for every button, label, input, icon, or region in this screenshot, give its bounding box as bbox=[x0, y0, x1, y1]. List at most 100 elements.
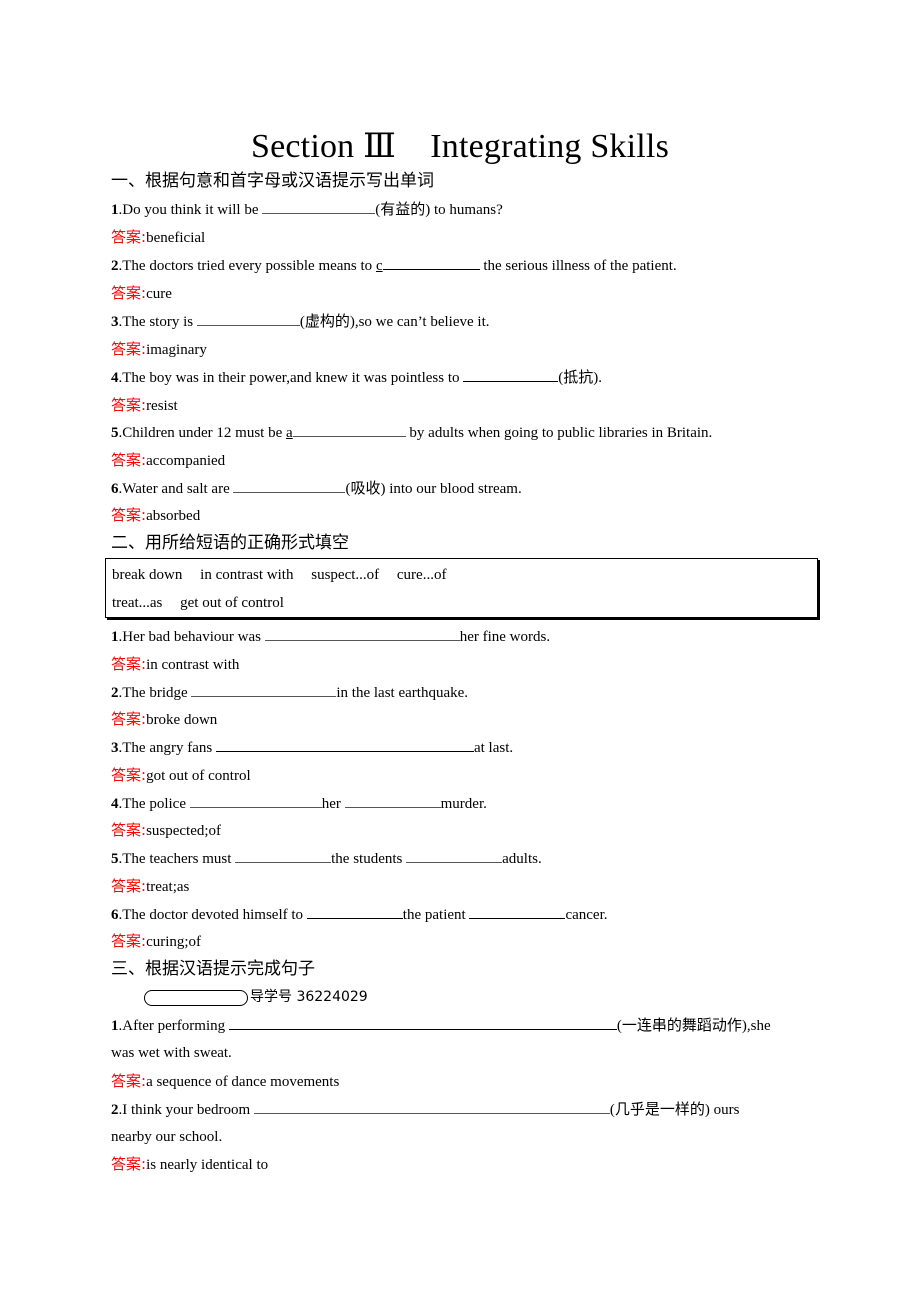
s2-answer-5: 答案:treat;as bbox=[111, 876, 189, 897]
s2-question-1: 1.Her bad behaviour was her fine words. bbox=[111, 626, 550, 647]
answer-blank bbox=[233, 478, 346, 493]
question-text: .The teachers must bbox=[118, 851, 236, 867]
phrase: break down bbox=[112, 567, 183, 583]
answer-text: a sequence of dance movements bbox=[146, 1074, 340, 1090]
answer-label: 答案: bbox=[111, 710, 147, 728]
answer-label: 答案: bbox=[111, 340, 147, 358]
question-text: .After performing bbox=[118, 1018, 229, 1034]
question-text: .Her bad behaviour was bbox=[118, 629, 265, 645]
s1-answer-3: 答案:imaginary bbox=[111, 339, 207, 360]
question-text: the patient bbox=[402, 907, 470, 923]
answer-blank bbox=[262, 199, 376, 214]
answer-label: 答案: bbox=[111, 228, 147, 246]
answer-text: is nearly identical to bbox=[146, 1157, 269, 1173]
question-text: her bbox=[321, 796, 345, 812]
question-number: 3 bbox=[111, 740, 119, 756]
question-text: the serious illness of the patient. bbox=[479, 258, 677, 274]
question-text: .The bridge bbox=[118, 685, 192, 701]
s1-question-2: 2.The doctors tried every possible means… bbox=[111, 255, 677, 276]
answer-blank bbox=[253, 1099, 610, 1114]
answer-text: broke down bbox=[146, 712, 218, 728]
s1-question-3: 3.The story is (虚构的),so we can’t believe… bbox=[111, 311, 490, 332]
answer-text: got out of control bbox=[146, 768, 251, 784]
question-text: the students bbox=[331, 851, 407, 867]
section1-heading: 一、根据句意和首字母或汉语提示写出单词 bbox=[111, 171, 434, 191]
answer-text: accompanied bbox=[146, 453, 226, 469]
document-page: Section Ⅲ Integrating Skills 一、根据句意和首字母或… bbox=[0, 0, 920, 1302]
s2-answer-3: 答案:got out of control bbox=[111, 765, 251, 786]
hint-letter: a bbox=[285, 425, 293, 441]
question-number: 6 bbox=[111, 907, 119, 923]
answer-text: in contrast with bbox=[146, 657, 240, 673]
answer-blank bbox=[264, 626, 460, 641]
question-text: adults. bbox=[502, 851, 542, 867]
question-number: 1 bbox=[111, 1018, 119, 1034]
answer-text: suspected;of bbox=[146, 823, 222, 839]
question-text: in the last earthquake. bbox=[336, 685, 469, 701]
answer-blank bbox=[215, 737, 474, 752]
s2-answer-2: 答案:broke down bbox=[111, 709, 217, 730]
page-title: Section Ⅲ Integrating Skills bbox=[250, 128, 670, 165]
question-text: .The doctor devoted himself to bbox=[118, 907, 307, 923]
s2-answer-6: 答案:curing;of bbox=[111, 931, 201, 952]
s3-question-1-cont: was wet with sweat. bbox=[111, 1045, 232, 1061]
guide-number-label: 导学号 36224029 bbox=[250, 989, 368, 1005]
s1-answer-6: 答案:absorbed bbox=[111, 505, 200, 526]
phrase: get out of control bbox=[180, 595, 284, 611]
phrase-row-2: treat...as get out of control bbox=[112, 595, 298, 612]
question-text: .The angry fans bbox=[118, 740, 216, 756]
answer-blank bbox=[196, 311, 300, 326]
question-number: 2 bbox=[111, 685, 119, 701]
s2-question-4: 4.The police her murder. bbox=[111, 793, 487, 814]
phrase: treat...as bbox=[112, 595, 163, 611]
s1-answer-4: 答案:resist bbox=[111, 395, 178, 416]
s1-question-5: 5.Children under 12 must be a by adults … bbox=[111, 422, 712, 443]
s3-question-1: 1.After performing (一连串的舞蹈动作),she bbox=[111, 1015, 771, 1036]
question-text: (有益的) to humans? bbox=[375, 202, 503, 218]
question-number: 1 bbox=[111, 202, 119, 218]
answer-label: 答案: bbox=[111, 506, 147, 524]
question-number: 2 bbox=[111, 1102, 119, 1118]
answer-blank bbox=[235, 848, 332, 863]
question-text: .The story is bbox=[118, 314, 197, 330]
question-text: .The boy was in their power,and knew it … bbox=[118, 370, 464, 386]
phrase: cure...of bbox=[396, 567, 447, 583]
answer-blank bbox=[406, 848, 503, 863]
s2-question-2: 2.The bridge in the last earthquake. bbox=[111, 682, 468, 703]
answer-label: 答案: bbox=[111, 284, 147, 302]
answer-label: 答案: bbox=[111, 932, 147, 950]
s2-answer-1: 答案:in contrast with bbox=[111, 654, 239, 675]
question-text: (抵抗). bbox=[558, 370, 603, 386]
question-text: (虚构的),so we can’t believe it. bbox=[299, 314, 490, 330]
question-text: (吸收) into our blood stream. bbox=[345, 481, 522, 497]
question-text: by adults when going to public libraries… bbox=[405, 425, 713, 441]
s2-answer-4: 答案:suspected;of bbox=[111, 820, 221, 841]
question-number: 4 bbox=[111, 370, 119, 386]
question-text: .Children under 12 must be bbox=[118, 425, 286, 441]
answer-blank bbox=[189, 793, 322, 808]
s1-answer-5: 答案:accompanied bbox=[111, 450, 225, 471]
answer-label: 答案: bbox=[111, 1155, 147, 1173]
question-number: 6 bbox=[111, 481, 119, 497]
question-number: 4 bbox=[111, 796, 119, 812]
s1-answer-1: 答案:beneficial bbox=[111, 227, 205, 248]
answer-label: 答案: bbox=[111, 396, 147, 414]
answer-label: 答案: bbox=[111, 451, 147, 469]
question-text: at last. bbox=[473, 740, 514, 756]
answer-blank bbox=[344, 793, 441, 808]
hint-letter: c bbox=[375, 258, 383, 274]
question-text: her fine words. bbox=[459, 629, 551, 645]
answer-blank bbox=[306, 904, 403, 919]
question-text: (一连串的舞蹈动作),she bbox=[616, 1018, 771, 1034]
guide-number-row: 导学号 36224029 bbox=[144, 987, 368, 1007]
answer-blank bbox=[292, 422, 406, 437]
answer-label: 答案: bbox=[111, 877, 147, 895]
s3-answer-2: 答案:is nearly identical to bbox=[111, 1154, 268, 1175]
s1-answer-2: 答案:cure bbox=[111, 283, 172, 304]
question-text: .Do you think it will be bbox=[118, 202, 263, 218]
answer-label: 答案: bbox=[111, 655, 147, 673]
question-text: .Water and salt are bbox=[118, 481, 234, 497]
question-number: 5 bbox=[111, 851, 119, 867]
question-text: murder. bbox=[440, 796, 487, 812]
guide-pill-shape bbox=[144, 989, 248, 1006]
